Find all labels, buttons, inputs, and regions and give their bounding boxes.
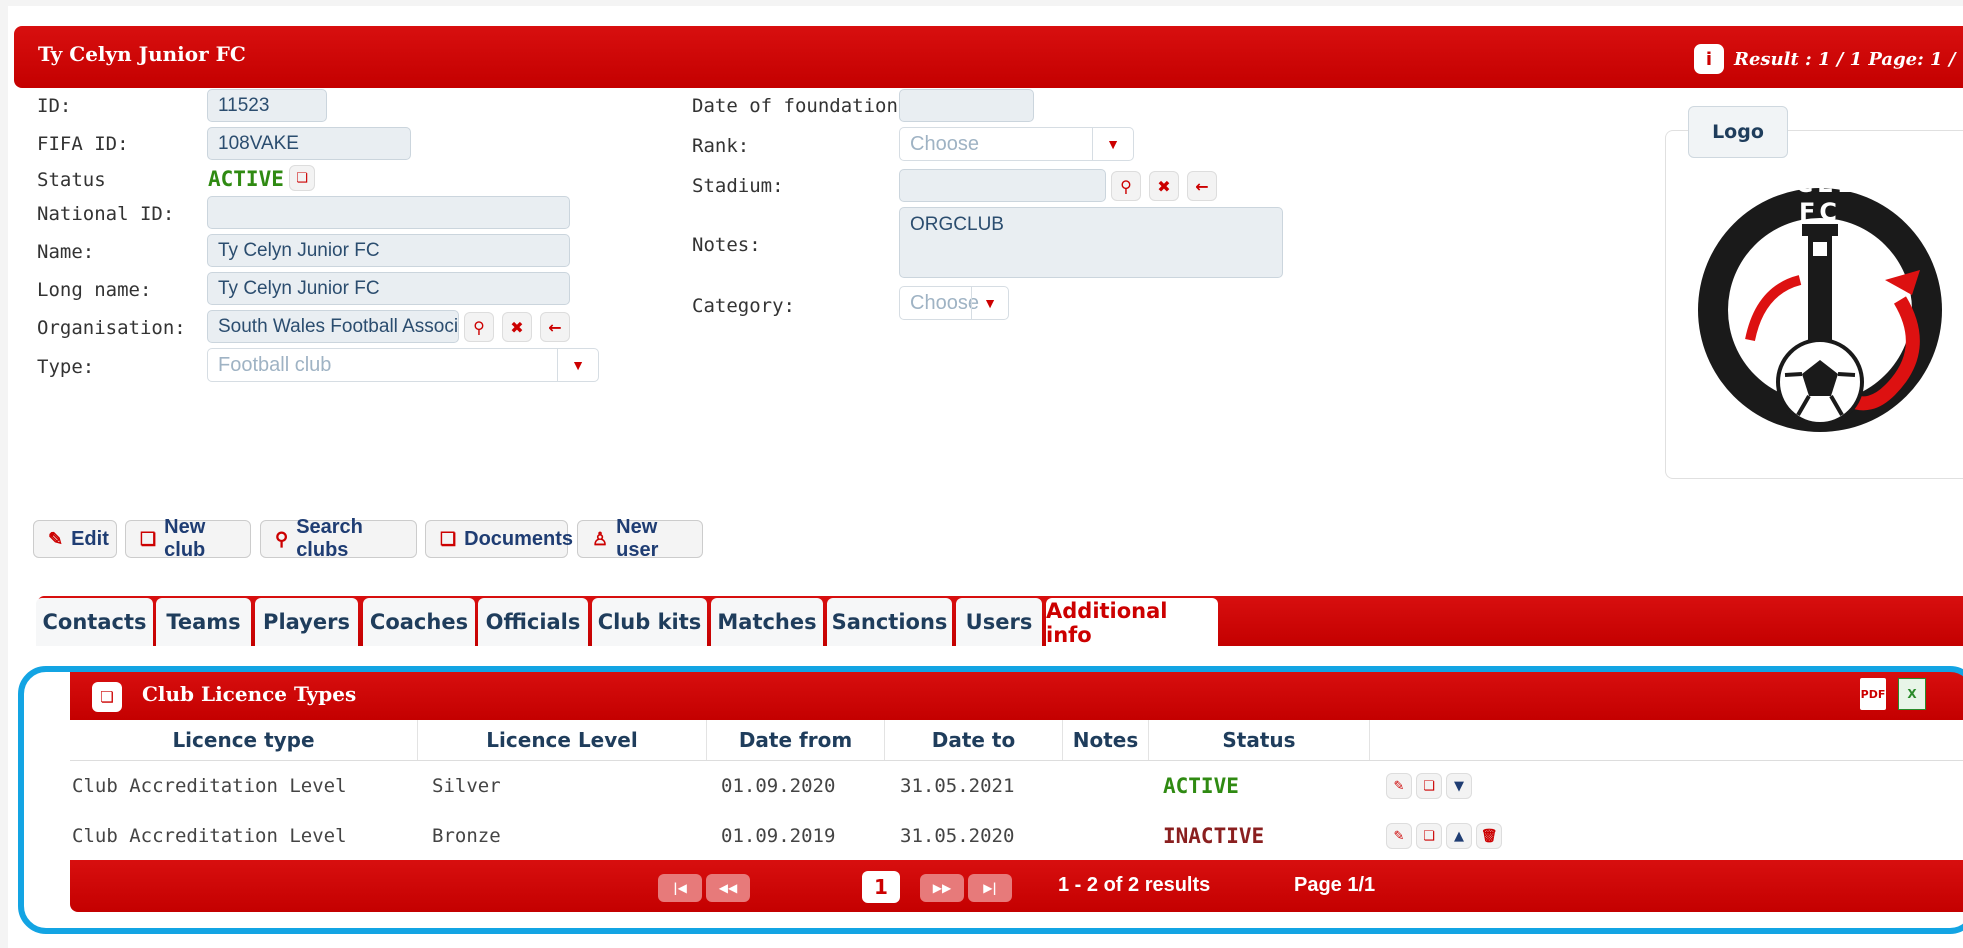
rank-select[interactable]: Choose ▼ [899, 127, 1134, 161]
type-label: Type: [37, 356, 95, 378]
status-clipboard-icon[interactable]: ❏ [289, 165, 315, 191]
id-field[interactable]: 11523 [207, 89, 327, 122]
result-text: Result : 1 / 1 Page: 1 / [1734, 48, 1956, 70]
category-select[interactable]: Choose ▼ [899, 286, 1009, 320]
stadium-clear-icon[interactable]: ✖ [1149, 171, 1179, 201]
tab-club-kits[interactable]: Club kits [592, 598, 707, 646]
date-foundation-label: Date of foundation: [692, 95, 910, 117]
stadium-field[interactable] [899, 169, 1106, 202]
category-select-value: Choose [910, 291, 979, 314]
edit-button[interactable]: ✎ Edit [33, 520, 117, 558]
name-label: Name: [37, 241, 95, 263]
search-clubs-button-label: Search clubs [296, 516, 363, 561]
national-id-label: National ID: [37, 203, 175, 225]
result-info: i Result : 1 / 1 Page: 1 / [1694, 44, 1955, 74]
document-icon: ❏ [140, 528, 157, 549]
notes-field[interactable]: ORGCLUB [899, 207, 1283, 278]
chevron-down-icon[interactable]: ▼ [971, 287, 1008, 319]
long-name-label: Long name: [37, 279, 152, 301]
new-club-button-label: New club [164, 516, 206, 561]
search-clubs-button[interactable]: ⚲ Search clubs [260, 516, 417, 561]
documents-button-label: Documents [464, 527, 574, 550]
long-name-field[interactable]: Ty Celyn Junior FC [207, 272, 570, 305]
tab-coaches[interactable]: Coaches [363, 598, 475, 646]
new-user-button[interactable]: ♙ New user [577, 516, 703, 561]
rank-select-value: Choose [910, 132, 979, 155]
user-icon: ♙ [592, 528, 609, 549]
status-label: Status [37, 169, 106, 191]
document-icon: ❏ [440, 528, 457, 549]
search-icon: ⚲ [275, 528, 289, 549]
organisation-search-icon[interactable]: ⚲ [464, 312, 494, 342]
chevron-down-icon[interactable]: ▼ [557, 349, 598, 381]
national-id-field[interactable] [207, 196, 570, 229]
fifa-id-field[interactable]: 108VAKE [207, 127, 411, 160]
tab-additional-info[interactable]: Additional info [1046, 598, 1218, 648]
info-icon[interactable]: i [1694, 44, 1724, 74]
type-select-value: Football club [218, 353, 332, 376]
highlight-frame [18, 666, 1963, 934]
name-field[interactable]: Ty Celyn Junior FC [207, 234, 570, 267]
new-club-button[interactable]: ❏ New club [125, 516, 251, 561]
id-label: ID: [37, 95, 72, 117]
date-foundation-field[interactable] [899, 89, 1034, 122]
fifa-id-label: FIFA ID: [37, 133, 129, 155]
logo-text: TY CELYN FC [1741, 170, 1899, 226]
club-header-bar: Ty Celyn Junior FC i Result : 1 / 1 Page… [14, 26, 1963, 88]
tab-sanctions[interactable]: Sanctions [827, 598, 952, 646]
chevron-down-icon[interactable]: ▼ [1092, 128, 1133, 160]
pencil-icon: ✎ [48, 528, 64, 549]
stadium-search-icon[interactable]: ⚲ [1111, 171, 1141, 201]
stadium-label: Stadium: [692, 175, 784, 197]
organisation-back-icon[interactable]: ← [540, 312, 570, 342]
organisation-field[interactable]: South Wales Football Associatio [207, 310, 459, 343]
status-value: ACTIVE [208, 167, 284, 191]
new-user-button-label: New user [616, 516, 659, 561]
tab-contacts[interactable]: Contacts [36, 598, 153, 646]
tab-players[interactable]: Players [255, 598, 358, 646]
stadium-back-icon[interactable]: ← [1187, 171, 1217, 201]
tab-matches[interactable]: Matches [711, 598, 823, 646]
organisation-label: Organisation: [37, 317, 186, 339]
category-label: Category: [692, 295, 795, 317]
rank-label: Rank: [692, 135, 750, 157]
documents-button[interactable]: ❏ Documents [425, 520, 573, 558]
tab-teams[interactable]: Teams [156, 598, 251, 646]
notes-label: Notes: [692, 234, 761, 256]
type-select[interactable]: Football club ▼ [207, 348, 599, 382]
organisation-clear-icon[interactable]: ✖ [502, 312, 532, 342]
club-title: Ty Celyn Junior FC [38, 42, 246, 66]
edit-button-label: Edit [71, 527, 109, 550]
tab-officials[interactable]: Officials [478, 598, 588, 646]
logo-tab[interactable]: Logo [1688, 106, 1788, 158]
tab-users[interactable]: Users [956, 598, 1042, 646]
